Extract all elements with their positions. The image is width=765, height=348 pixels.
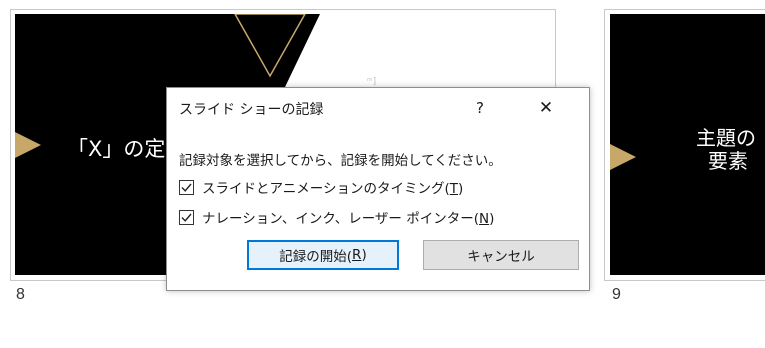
start-recording-button[interactable]: 記録の開始(R) [247, 240, 399, 270]
dialog-title: スライド ショーの記録 [179, 102, 324, 118]
start-recording-label: 記録の開始( [279, 249, 353, 265]
slide-9-arrow-icon [610, 144, 636, 170]
timings-label: スライドとアニメーションのタイミング(T) [202, 181, 464, 197]
narration-label: ナレーション、インク、レーザー ポインター(N) [202, 211, 495, 227]
checkmark-icon [181, 183, 192, 192]
slide-8-arrow-icon [15, 132, 41, 158]
cancel-button[interactable]: キャンセル [423, 240, 579, 270]
start-recording-suffix: ) [361, 247, 367, 263]
narration-checkbox[interactable] [179, 209, 194, 225]
timings-checkbox[interactable] [179, 179, 194, 195]
slide-8-number: 8 [16, 286, 25, 303]
slide-9-number: 9 [612, 286, 621, 303]
help-button[interactable]: ? [469, 96, 491, 120]
svg-text:ᵐ]: ᵐ] [367, 77, 376, 87]
start-recording-accesskey: R [352, 247, 362, 263]
timings-option[interactable]: スライドとアニメーションのタイミング(T) [179, 177, 463, 197]
close-button[interactable]: ✕ [533, 96, 559, 120]
record-slide-show-dialog: スライド ショーの記録 ? ✕ 記録対象を選択してから、記録を開始してください。… [166, 87, 590, 291]
slide-9-title-line2: 要素 [708, 149, 748, 173]
slide-9-thumbnail[interactable]: 主題の 要素 [610, 14, 765, 275]
dialog-message: 記録対象を選択してから、記録を開始してください。 [179, 153, 502, 169]
checkmark-icon [181, 213, 192, 222]
narration-option[interactable]: ナレーション、インク、レーザー ポインター(N) [179, 207, 494, 227]
